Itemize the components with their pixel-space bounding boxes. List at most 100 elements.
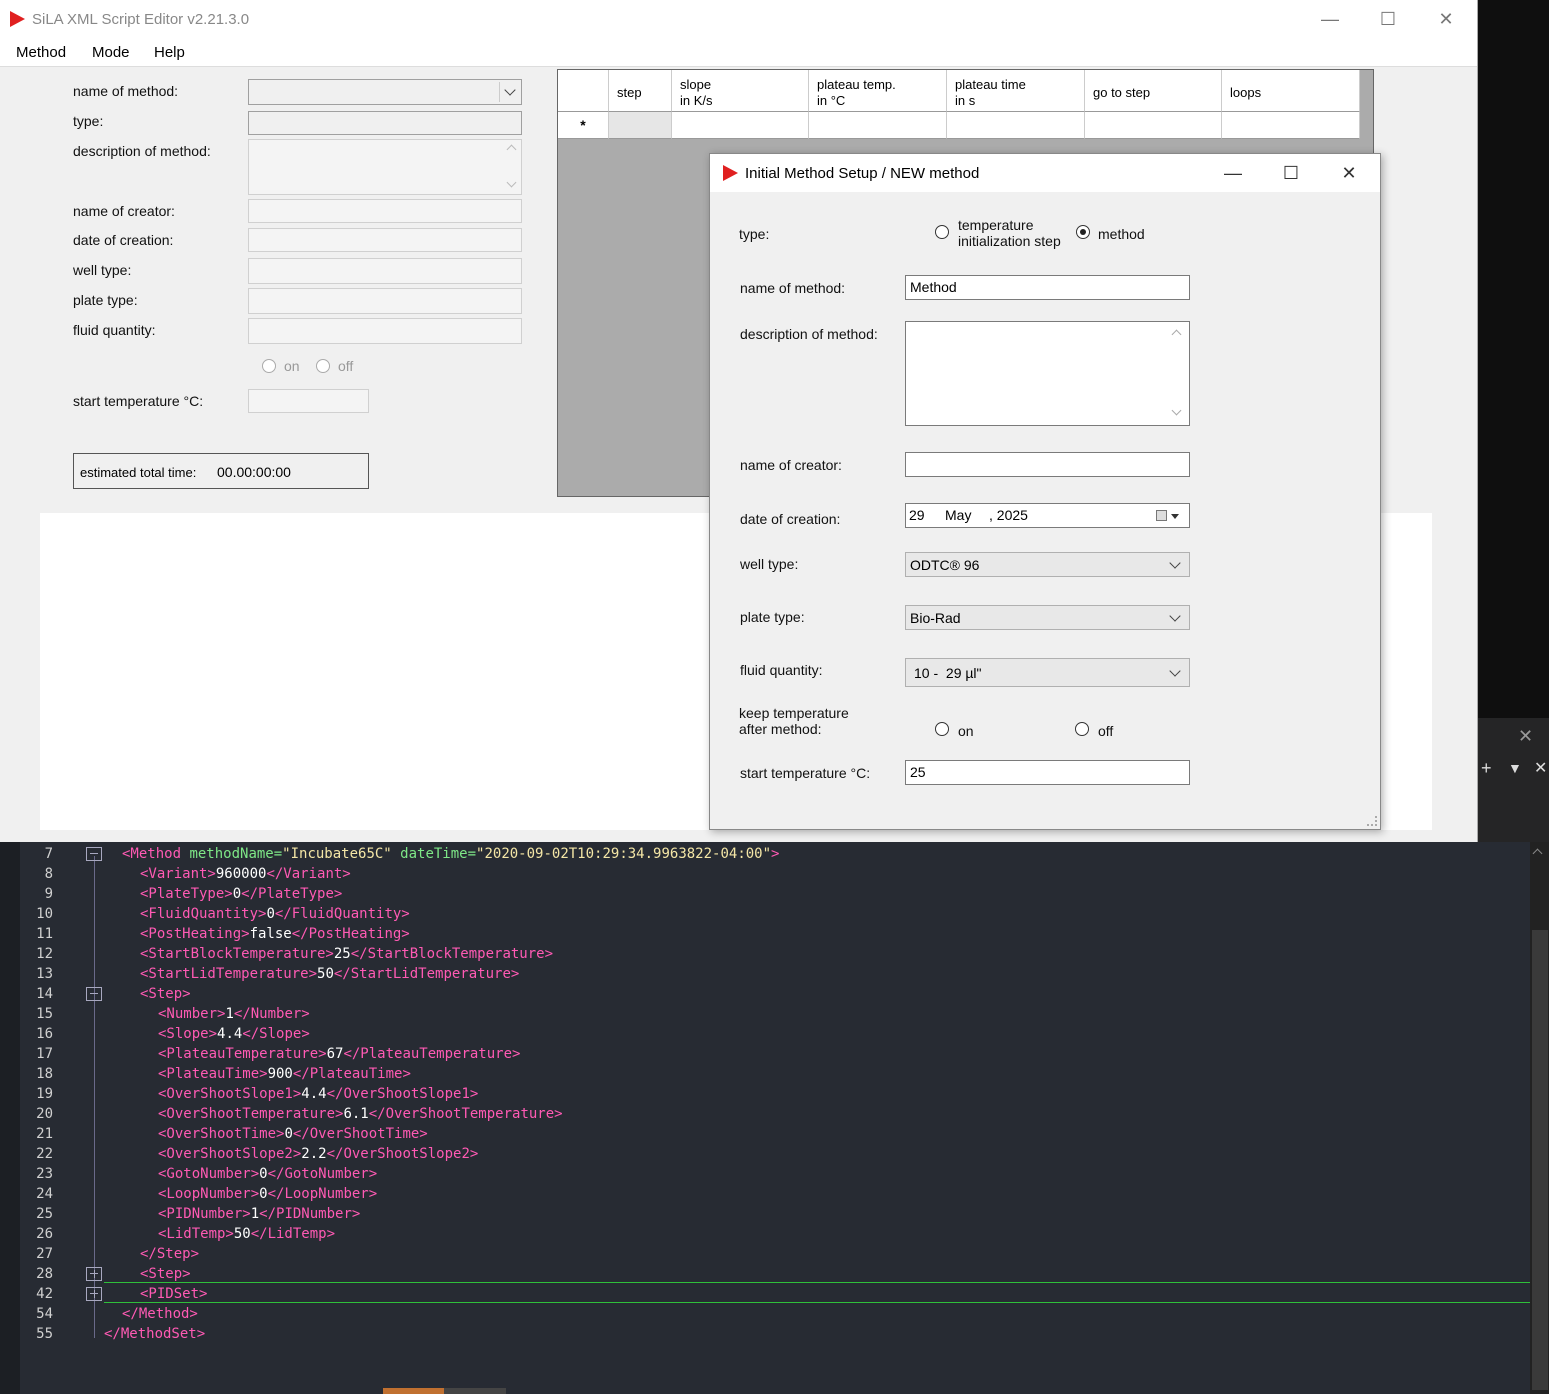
code-text[interactable]: <StartBlockTemperature>25</StartBlockTem…	[140, 946, 553, 962]
code-text[interactable]: <PIDNumber>1</PIDNumber>	[158, 1206, 360, 1222]
well-type-field[interactable]	[248, 258, 522, 284]
code-line[interactable]: 21 <OverShootTime>0</OverShootTime>	[0, 1124, 1530, 1144]
code-text[interactable]: <PlateType>0</PlateType>	[140, 886, 342, 902]
code-line[interactable]: 20 <OverShootTemperature>6.1</OverShootTe…	[0, 1104, 1530, 1124]
type-method-radio[interactable]	[1076, 225, 1090, 239]
description-textarea[interactable]	[905, 321, 1190, 426]
code-text[interactable]: <FluidQuantity>0</FluidQuantity>	[140, 906, 410, 922]
code-text[interactable]: <Slope>4.4</Slope>	[158, 1026, 310, 1042]
plus-icon[interactable]: +	[1481, 758, 1492, 779]
code-text[interactable]: <Variant>960000</Variant>	[140, 866, 351, 882]
code-text[interactable]: <OverShootSlope1>4.4</OverShootSlope1>	[158, 1086, 478, 1102]
column-header-plateau-temp[interactable]: plateau temp. in °C	[809, 70, 947, 112]
code-line[interactable]: 15 <Number>1</Number>	[0, 1004, 1530, 1024]
code-line[interactable]: 17 <PlateauTemperature>67</PlateauTempera…	[0, 1044, 1530, 1064]
code-line[interactable]: 14 <Step>	[0, 984, 1530, 1004]
minimize-button[interactable]: —	[1307, 0, 1353, 38]
code-text[interactable]: <GotoNumber>0</GotoNumber>	[158, 1166, 377, 1182]
type-field[interactable]	[248, 111, 522, 135]
code-text[interactable]: <LoopNumber>0</LoopNumber>	[158, 1186, 377, 1202]
editor-scrollbar[interactable]	[1530, 842, 1549, 1394]
scroll-up-icon[interactable]	[1532, 848, 1543, 859]
collapse-fold-icon[interactable]	[86, 847, 102, 861]
code-line[interactable]: 18 <PlateauTime>900</PlateauTime>	[0, 1064, 1530, 1084]
close-icon[interactable]: ✕	[1518, 726, 1533, 747]
calendar-icon[interactable]	[1156, 510, 1167, 521]
dropdown-icon[interactable]: ▼	[1508, 760, 1522, 776]
code-text[interactable]: <PIDSet>	[140, 1286, 207, 1302]
well-type-select[interactable]: ODTC® 96	[905, 552, 1190, 577]
name-of-method-select[interactable]	[248, 79, 522, 105]
code-text[interactable]: <PostHeating>false</PostHeating>	[140, 926, 410, 942]
date-day[interactable]: 29	[909, 507, 925, 523]
scroll-down-icon[interactable]	[1171, 405, 1182, 416]
code-line[interactable]: 23 <GotoNumber>0</GotoNumber>	[0, 1164, 1530, 1184]
code-text[interactable]: <LidTemp>50</LidTemp>	[158, 1226, 335, 1242]
keep-off-radio[interactable]	[316, 359, 330, 373]
scroll-up-icon[interactable]	[506, 144, 517, 155]
code-text[interactable]: <StartLidTemperature>50</StartLidTempera…	[140, 966, 519, 982]
code-line[interactable]: 24 <LoopNumber>0</LoopNumber>	[0, 1184, 1530, 1204]
keep-off-radio[interactable]	[1075, 722, 1089, 736]
code-line[interactable]: 7 <Method methodName="Incubate65C" dateTi…	[0, 844, 1530, 864]
code-line[interactable]: 9 <PlateType>0</PlateType>	[0, 884, 1530, 904]
code-text[interactable]: <PlateauTime>900</PlateauTime>	[158, 1066, 411, 1082]
description-field[interactable]	[248, 139, 522, 195]
code-line[interactable]: 25 <PIDNumber>1</PIDNumber>	[0, 1204, 1530, 1224]
grid-cell[interactable]	[1222, 112, 1360, 139]
grid-cell[interactable]	[809, 112, 947, 139]
maximize-button[interactable]: ☐	[1365, 0, 1411, 38]
code-text[interactable]: <Step>	[140, 1266, 191, 1282]
code-line[interactable]: 28 <Step>	[0, 1264, 1530, 1284]
expand-fold-icon[interactable]	[86, 1267, 102, 1281]
plate-type-select[interactable]: Bio-Rad	[905, 605, 1190, 630]
date-month[interactable]: May	[945, 507, 971, 523]
keep-on-radio[interactable]	[262, 359, 276, 373]
dialog-close-button[interactable]: ✕	[1326, 154, 1372, 192]
scroll-down-icon[interactable]	[506, 177, 517, 188]
code-text[interactable]: <Step>	[140, 986, 191, 1002]
bottom-tab-indicator-2[interactable]	[444, 1388, 506, 1394]
keep-on-radio[interactable]	[935, 722, 949, 736]
column-header-plateau-time[interactable]: plateau time in s	[947, 70, 1085, 112]
expand-fold-icon[interactable]	[86, 1287, 102, 1301]
new-row-marker[interactable]: *	[558, 112, 609, 139]
grid-cell[interactable]	[609, 112, 672, 139]
creator-field[interactable]	[248, 199, 522, 223]
fluid-quantity-select[interactable]: 10 - 29 µl"	[905, 658, 1190, 687]
scroll-up-icon[interactable]	[1171, 329, 1182, 340]
creator-input[interactable]	[905, 452, 1190, 477]
start-temperature-field[interactable]	[248, 389, 369, 413]
code-text[interactable]: <OverShootSlope2>2.2</OverShootSlope2>	[158, 1146, 478, 1162]
fluid-quantity-field[interactable]	[248, 318, 522, 344]
code-line[interactable]: 26 <LidTemp>50</LidTemp>	[0, 1224, 1530, 1244]
grid-cell[interactable]	[672, 112, 809, 139]
date-picker[interactable]: 29 May , 2025	[905, 503, 1190, 528]
resize-grip-icon[interactable]	[1367, 816, 1377, 826]
collapse-fold-icon[interactable]	[86, 987, 102, 1001]
code-text[interactable]: </MethodSet>	[104, 1326, 205, 1342]
grid-cell[interactable]	[947, 112, 1085, 139]
plate-type-field[interactable]	[248, 288, 522, 314]
code-line[interactable]: 54 </Method>	[0, 1304, 1530, 1324]
code-line[interactable]: 27 </Step>	[0, 1244, 1530, 1264]
code-text[interactable]: <PlateauTemperature>67</PlateauTemperatu…	[158, 1046, 520, 1062]
start-temperature-input[interactable]: 25	[905, 760, 1190, 785]
bottom-tab-indicator[interactable]	[383, 1388, 444, 1394]
method-name-input[interactable]: Method	[905, 275, 1190, 300]
code-text[interactable]: <Number>1</Number>	[158, 1006, 310, 1022]
code-text[interactable]: <Method methodName="Incubate65C" dateTim…	[122, 846, 779, 862]
column-header-loops[interactable]: loops	[1222, 70, 1360, 112]
dialog-minimize-button[interactable]: —	[1210, 154, 1256, 192]
code-line[interactable]: 12 <StartBlockTemperature>25</StartBlockT…	[0, 944, 1530, 964]
menu-method[interactable]: Method	[16, 44, 66, 61]
code-line[interactable]: 22 <OverShootSlope2>2.2</OverShootSlope2>	[0, 1144, 1530, 1164]
menu-help[interactable]: Help	[154, 44, 185, 61]
code-text[interactable]: </Step>	[140, 1246, 199, 1262]
code-text[interactable]: <OverShootTime>0</OverShootTime>	[158, 1126, 428, 1142]
code-line[interactable]: 8 <Variant>960000</Variant>	[0, 864, 1530, 884]
scrollbar-thumb[interactable]	[1532, 930, 1548, 1390]
code-text[interactable]: </Method>	[122, 1306, 198, 1322]
code-text[interactable]: <OverShootTemperature>6.1</OverShootTemp…	[158, 1106, 563, 1122]
close-tab-icon[interactable]: ✕	[1534, 758, 1547, 778]
